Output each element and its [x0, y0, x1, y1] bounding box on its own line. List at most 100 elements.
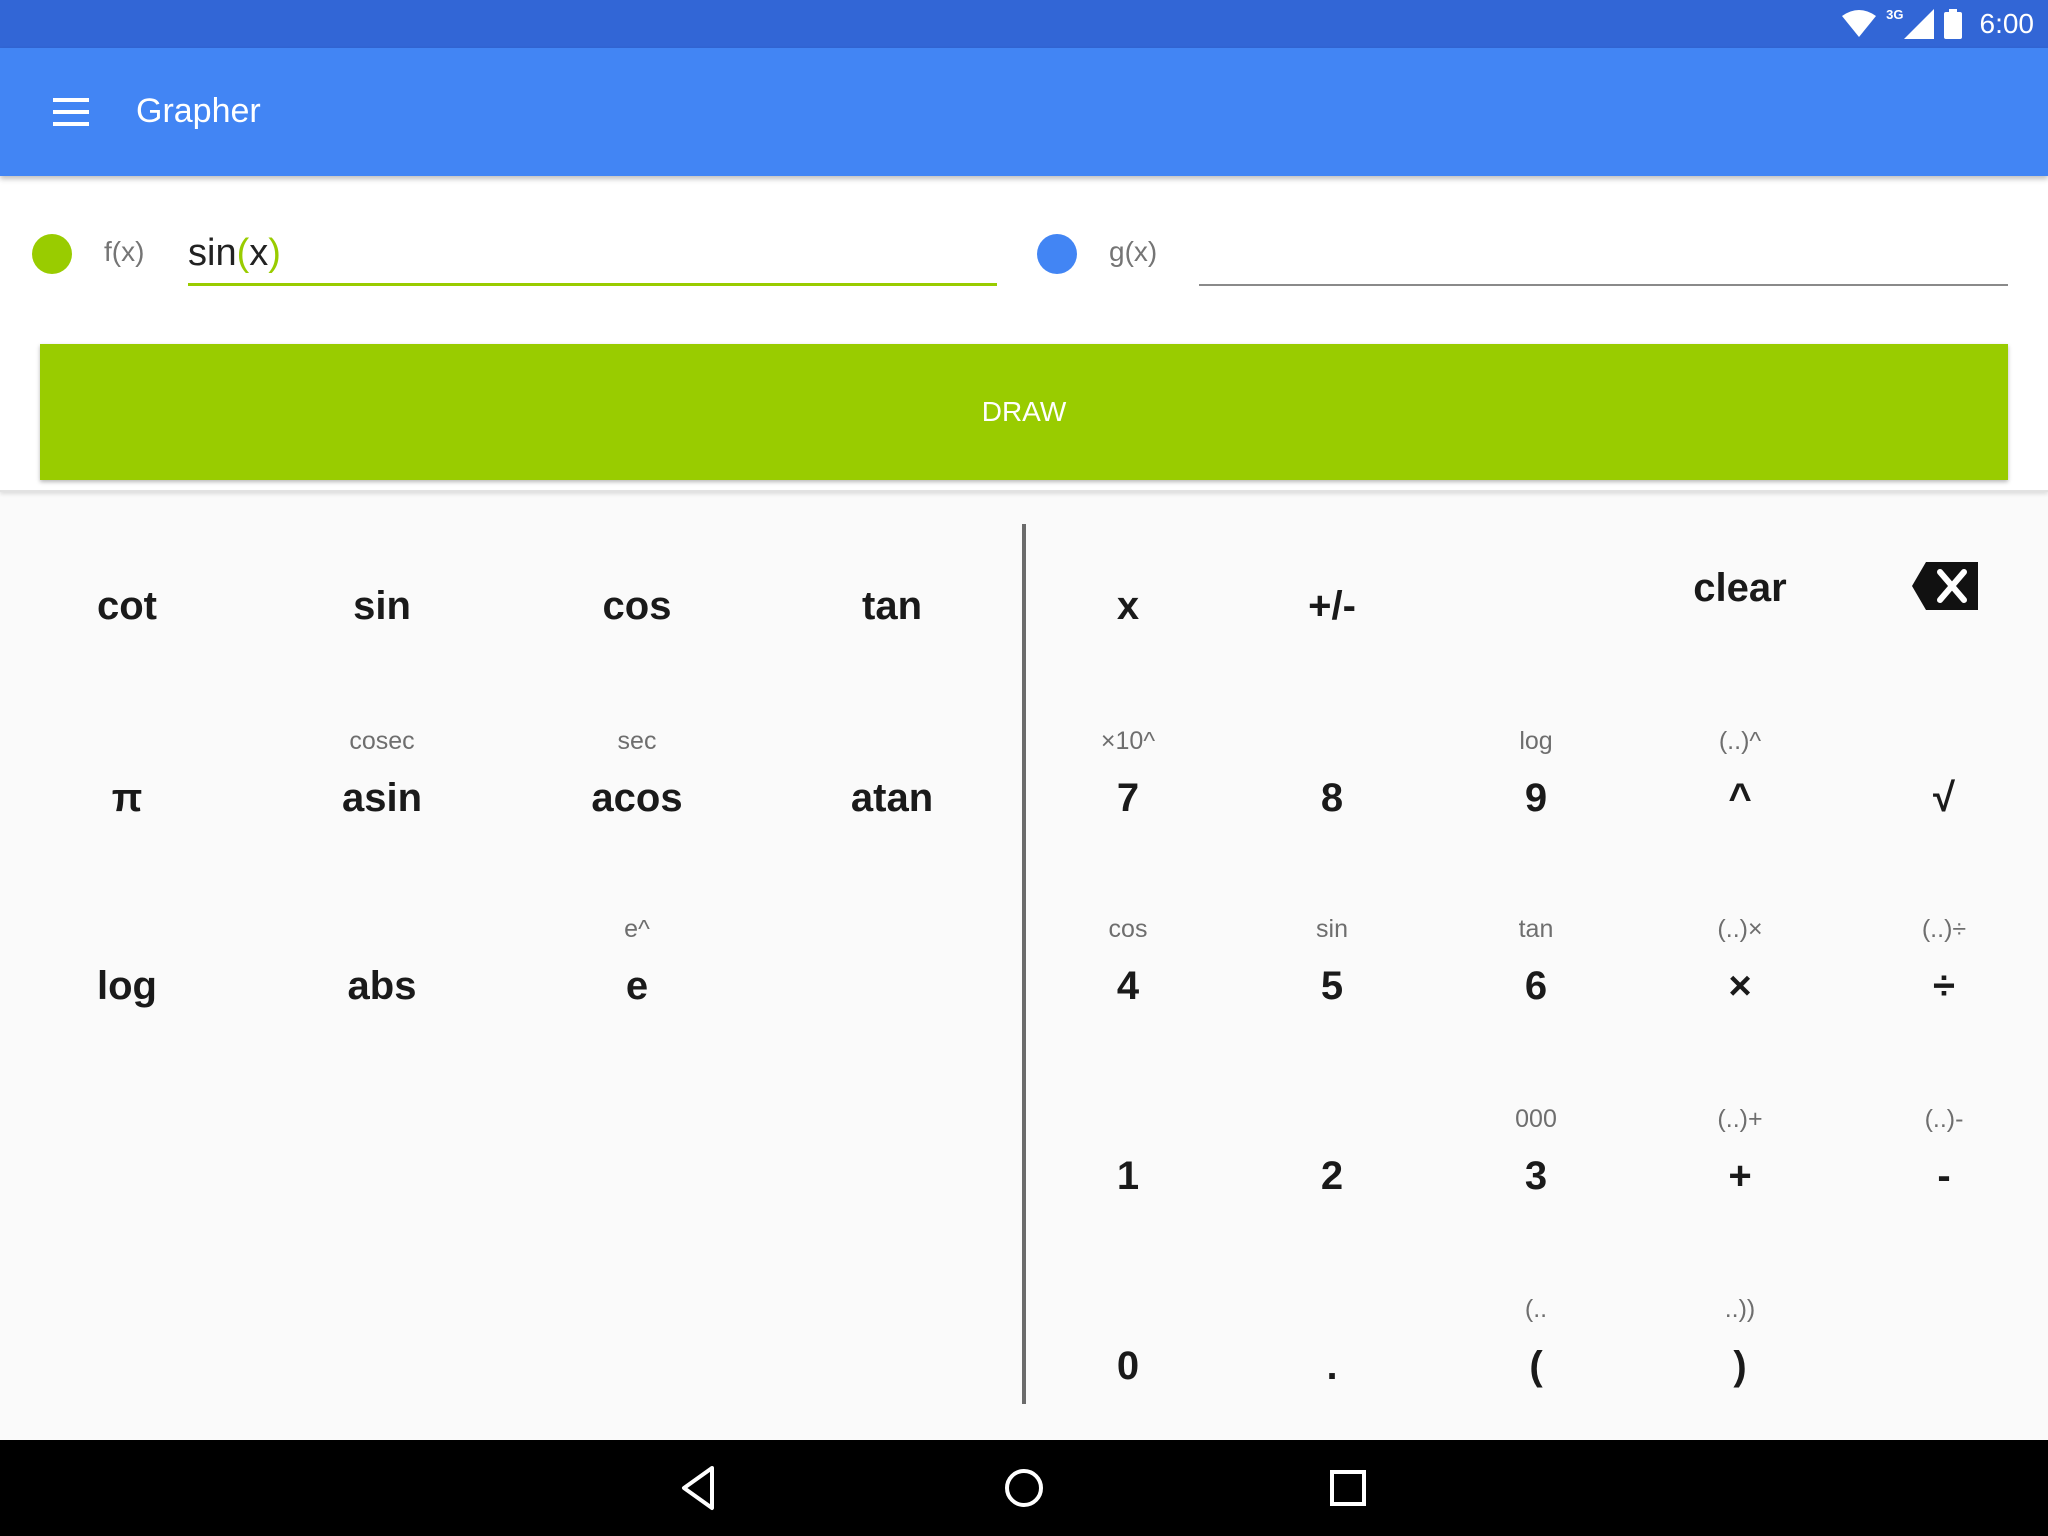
cell-signal-icon — [1903, 9, 1934, 39]
key-acos[interactable]: sec acos — [527, 727, 747, 822]
key-label: asin — [341, 776, 423, 820]
key-divide[interactable]: (..)÷ ÷ — [1834, 915, 2048, 1010]
key-tan[interactable]: tan — [782, 582, 1002, 630]
key-x[interactable]: x — [1018, 582, 1238, 630]
key-1[interactable]: 1 — [1018, 1152, 1238, 1200]
key-label: ( — [1529, 1344, 1543, 1388]
key-secondary-label: e^ — [624, 915, 650, 943]
wifi-icon — [1842, 10, 1877, 37]
key-0[interactable]: 0 — [1018, 1342, 1238, 1390]
app-title: Grapher — [136, 92, 261, 130]
key-secondary-label: (..)+ — [1717, 1105, 1763, 1133]
key-secondary-label: cos — [1108, 915, 1148, 943]
key-cos[interactable]: cos — [527, 582, 747, 630]
key-label: π — [111, 776, 143, 820]
key-asin[interactable]: cosec asin — [272, 727, 492, 822]
key-abs[interactable]: abs — [272, 962, 492, 1010]
key-label: cos — [602, 584, 672, 628]
key-e[interactable]: e^ e — [527, 915, 747, 1010]
key-atan[interactable]: atan — [782, 774, 1002, 822]
key-secondary-label: (..)÷ — [1921, 915, 1967, 943]
key-3[interactable]: 000 3 — [1426, 1105, 1646, 1200]
key-label: acos — [591, 776, 683, 820]
key-label: abs — [347, 964, 417, 1008]
key-label: atan — [850, 776, 934, 820]
key-label: 0 — [1116, 1344, 1140, 1388]
key-label: 5 — [1320, 964, 1344, 1008]
g-color-dot[interactable] — [1037, 234, 1077, 274]
status-time: 6:00 — [1979, 8, 2035, 39]
key-label: ) — [1733, 1344, 1747, 1388]
key-label: log — [97, 964, 157, 1008]
key-label: ^ — [1728, 776, 1752, 820]
key-secondary-label: (..)× — [1717, 915, 1763, 943]
key-label: sin — [353, 584, 411, 628]
key-5[interactable]: sin 5 — [1222, 915, 1442, 1010]
key-pi[interactable]: π — [17, 774, 237, 822]
f-input-var: x — [249, 232, 269, 274]
key-label: √ — [1933, 776, 1955, 820]
key-power[interactable]: (..)^ ^ — [1630, 727, 1850, 822]
key-label: ÷ — [1933, 964, 1955, 1008]
key-open-paren[interactable]: (.. ( — [1426, 1295, 1646, 1390]
key-secondary-label: cosec — [349, 727, 415, 755]
f-input-func: sin — [188, 232, 237, 274]
f-input-close-paren: ) — [268, 232, 281, 274]
key-7[interactable]: ×10^ 7 — [1018, 727, 1238, 822]
f-label: f(x) — [104, 236, 145, 267]
key-8[interactable]: 8 — [1222, 774, 1442, 822]
key-label: 6 — [1524, 964, 1548, 1008]
key-label: cot — [97, 584, 157, 628]
key-plus-minus[interactable]: +/- — [1222, 582, 1442, 630]
status-bar: 3G 6:00 — [0, 0, 2048, 48]
key-clear[interactable]: clear — [1630, 564, 1850, 612]
draw-button[interactable]: DRAW — [40, 344, 2008, 480]
recents-icon[interactable] — [1320, 1460, 1376, 1516]
hamburger-menu-icon[interactable] — [40, 92, 92, 132]
key-secondary-label: 000 — [1515, 1105, 1557, 1133]
app-bar: Grapher — [0, 48, 2048, 176]
navigation-bar — [0, 1440, 2048, 1536]
key-plus[interactable]: (..)+ + — [1630, 1105, 1850, 1200]
key-log[interactable]: log — [17, 962, 237, 1010]
f-input[interactable]: sin(x) — [188, 224, 997, 286]
home-icon[interactable] — [996, 1460, 1052, 1516]
g-input[interactable] — [1199, 224, 2008, 286]
key-label: 3 — [1524, 1154, 1548, 1198]
key-secondary-label: sin — [1316, 915, 1348, 943]
key-4[interactable]: cos 4 — [1018, 915, 1238, 1010]
key-secondary-label: sec — [617, 727, 657, 755]
key-label: - — [1937, 1154, 1951, 1198]
key-secondary-label: ..)) — [1724, 1295, 1756, 1323]
key-label: tan — [862, 584, 922, 628]
back-icon[interactable] — [672, 1460, 728, 1516]
key-label: + — [1728, 1154, 1752, 1198]
key-label: +/- — [1308, 584, 1356, 628]
key-9[interactable]: log 9 — [1426, 727, 1646, 822]
key-secondary-label: tan — [1518, 915, 1554, 943]
f-color-dot[interactable] — [32, 234, 72, 274]
f-input-open-paren: ( — [236, 232, 250, 274]
key-2[interactable]: 2 — [1222, 1152, 1442, 1200]
key-label: e — [625, 964, 649, 1008]
key-secondary-label: log — [1519, 727, 1553, 755]
backspace-icon[interactable] — [1912, 562, 1978, 610]
key-secondary-label: (..)^ — [1718, 727, 1762, 755]
key-label: clear — [1693, 566, 1787, 610]
key-multiply[interactable]: (..)× × — [1630, 915, 1850, 1010]
key-secondary-label: (.. — [1524, 1295, 1548, 1323]
key-decimal[interactable]: . — [1222, 1342, 1442, 1390]
key-close-paren[interactable]: ..))) — [1630, 1295, 1850, 1390]
key-sin[interactable]: sin — [272, 582, 492, 630]
key-6[interactable]: tan 6 — [1426, 915, 1646, 1010]
key-label: × — [1728, 964, 1752, 1008]
network-type-label: 3G — [1886, 6, 1904, 22]
key-cot[interactable]: cot — [17, 582, 237, 630]
key-label: . — [1326, 1344, 1338, 1388]
status-icons: 3G 6:00 — [1842, 0, 2034, 48]
key-minus[interactable]: (..)- - — [1834, 1105, 2048, 1200]
key-secondary-label: ×10^ — [1100, 727, 1156, 755]
function-input-panel: f(x) sin(x) g(x) DRAW — [0, 176, 2048, 492]
key-label: 8 — [1320, 776, 1344, 820]
key-sqrt[interactable]: √ — [1834, 774, 2048, 822]
